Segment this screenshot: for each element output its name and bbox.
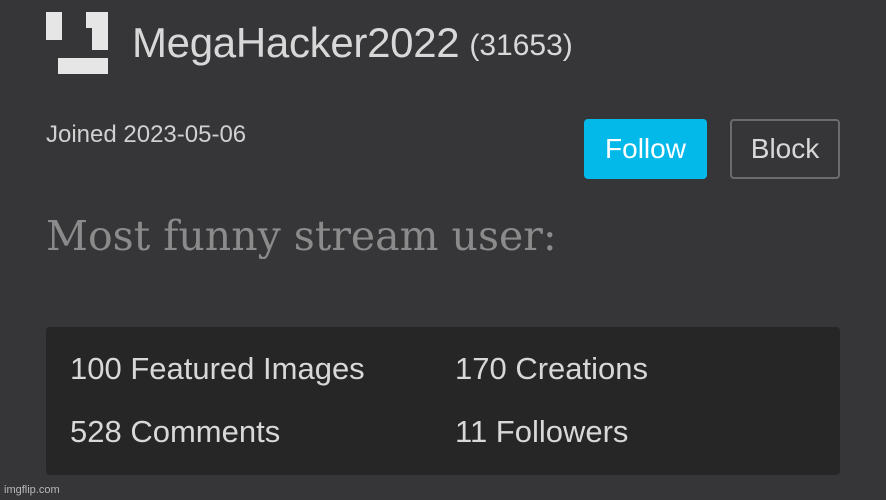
username: MegaHacker2022 — [132, 19, 460, 66]
follow-button[interactable]: Follow — [584, 119, 707, 179]
user-points: (31653) — [469, 29, 573, 62]
stat-featured-images[interactable]: 100 Featured Images — [70, 351, 365, 387]
block-button[interactable]: Block — [730, 119, 840, 179]
imgflip-watermark: imgflip.com — [4, 484, 60, 496]
joined-date: Joined 2023-05-06 — [46, 121, 247, 148]
stat-creations[interactable]: 170 Creations — [455, 351, 648, 387]
user-bio: Most funny stream user: — [46, 212, 557, 260]
stats-panel: 100 Featured Images 170 Creations 528 Co… — [46, 327, 840, 475]
profile-header: MegaHacker2022 (31653) — [46, 12, 573, 74]
stat-followers[interactable]: 11 Followers — [455, 414, 628, 450]
default-avatar-icon[interactable] — [46, 12, 108, 74]
stat-comments[interactable]: 528 Comments — [70, 414, 280, 450]
